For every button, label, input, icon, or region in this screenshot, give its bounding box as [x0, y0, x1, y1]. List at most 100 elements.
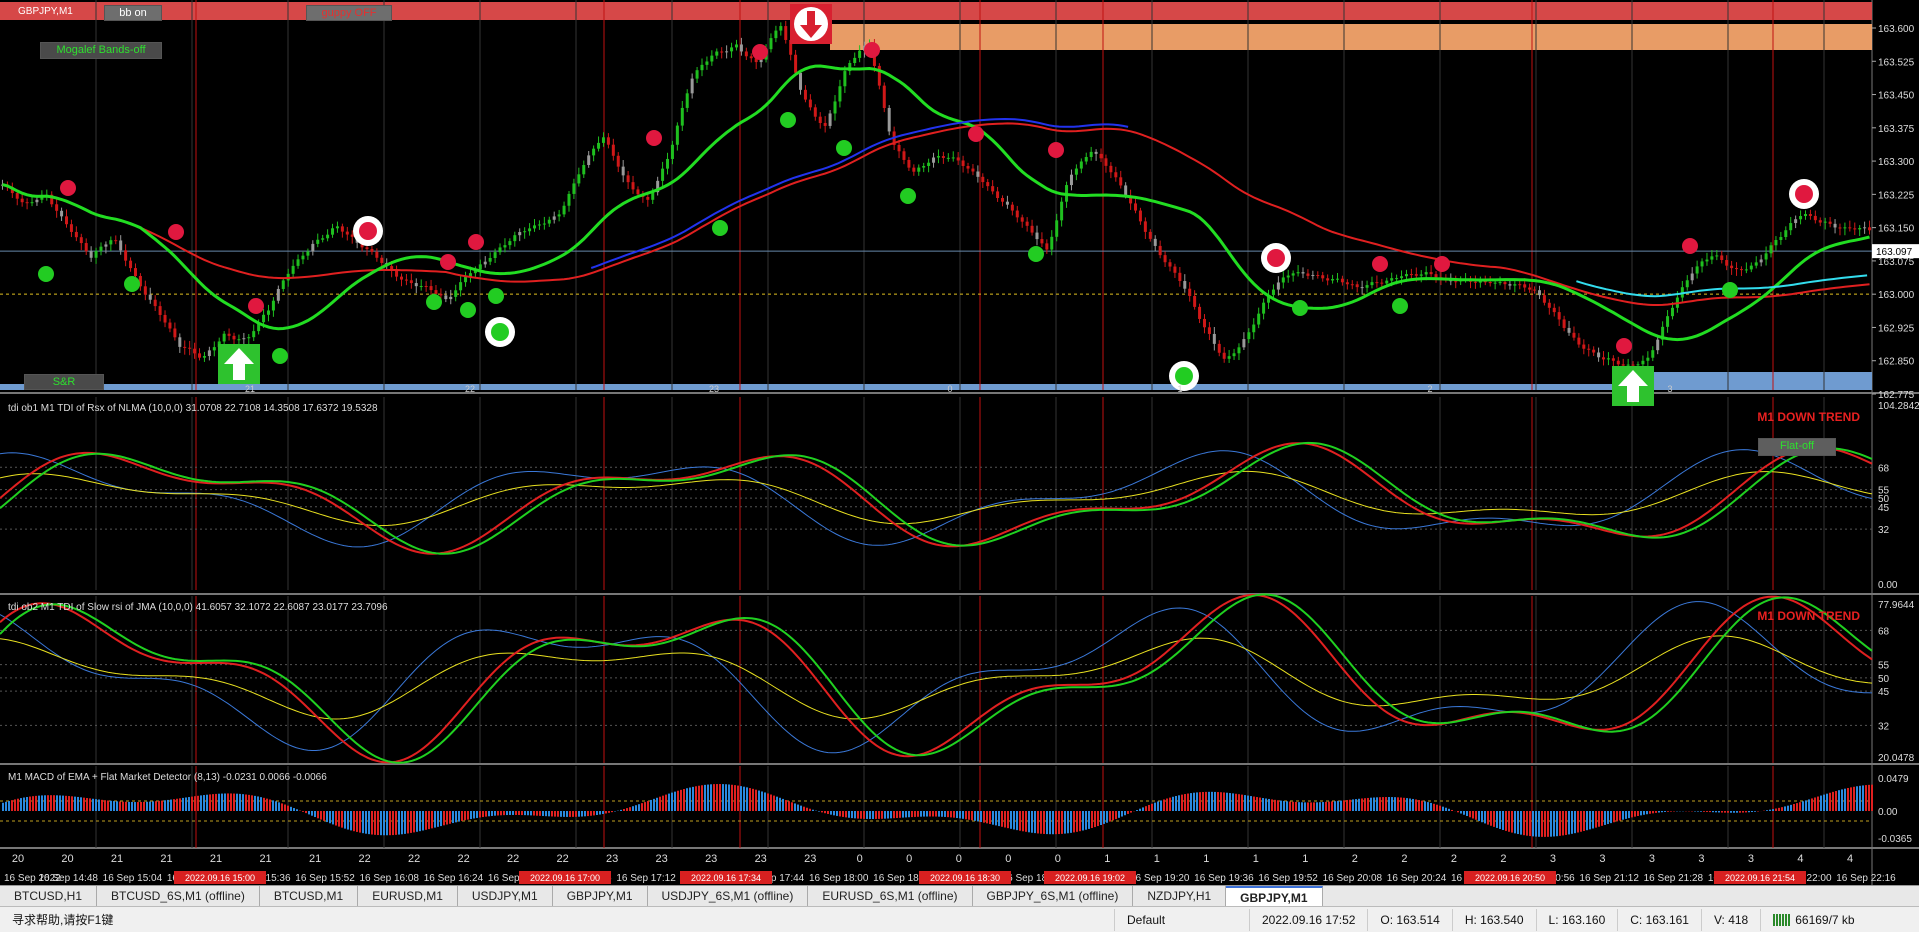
macd-histogram-bar	[242, 794, 244, 811]
candle-body	[311, 244, 314, 252]
hour-axis-label: 3	[1550, 853, 1556, 865]
macd-histogram-bar	[785, 800, 787, 811]
macd-histogram-bar	[1037, 811, 1039, 833]
macd-histogram-bar	[1640, 811, 1642, 815]
macd-histogram-bar	[1331, 801, 1333, 811]
mogalef-bands-button[interactable]: Mogalef Bands-off	[40, 42, 162, 59]
chart-tab[interactable]: USDJPY,M1	[458, 886, 553, 907]
candle-body	[454, 290, 457, 297]
time-axis-label: 16 Sep 16:08	[359, 873, 419, 884]
chart-tab[interactable]: EURUSD,M1	[358, 886, 458, 907]
macd-histogram-bar	[647, 801, 649, 811]
macd-histogram-bar	[143, 802, 145, 811]
chart-tab[interactable]: NZDJPY,H1	[1133, 886, 1226, 907]
guppy-toggle-button[interactable]: guppy OFF	[306, 5, 392, 21]
candle-body	[533, 225, 536, 228]
macd-histogram-bar	[1829, 793, 1831, 811]
candle-body	[203, 356, 206, 358]
candle-body	[1297, 272, 1300, 273]
buy-signal-dot	[1722, 282, 1738, 298]
candle-body	[1696, 266, 1699, 273]
status-profile[interactable]: Default	[1114, 909, 1249, 931]
candle-body	[1346, 282, 1349, 284]
chart-tab[interactable]: BTCUSD_6S,M1 (offline)	[97, 886, 260, 907]
price-axis-label: 163.375	[1878, 124, 1915, 135]
chart-tab[interactable]: BTCUSD,H1	[0, 886, 97, 907]
macd-histogram-bar	[1298, 802, 1300, 811]
macd-histogram-bar	[734, 785, 736, 811]
chart-tab[interactable]: EURUSD_6S,M1 (offline)	[808, 886, 972, 907]
candle-body	[1572, 333, 1575, 338]
macd-histogram-bar	[1250, 796, 1252, 811]
chart-tab[interactable]: GBPJPY,M1	[553, 886, 648, 907]
candle-body	[1370, 282, 1373, 285]
candle-body	[646, 197, 649, 200]
macd-histogram-bar	[935, 811, 937, 817]
candle-body	[1720, 255, 1723, 260]
candle-body	[134, 268, 137, 276]
macd-histogram-bar	[1109, 811, 1111, 822]
candle-body	[1760, 259, 1763, 262]
candle-body	[829, 113, 832, 125]
chart-tab[interactable]: BTCUSD,M1	[260, 886, 358, 907]
macd-histogram-bar	[899, 811, 901, 818]
candle-body	[1804, 214, 1807, 216]
macd-histogram-bar	[965, 811, 967, 819]
hour-axis-label: 21	[259, 853, 271, 865]
macd-histogram-bar	[179, 798, 181, 811]
sell-signal-dot	[1048, 142, 1064, 158]
macd-histogram-bar	[518, 811, 520, 815]
macd-histogram-bar	[1520, 811, 1522, 835]
bb-toggle-button[interactable]: bb on	[104, 5, 162, 21]
chart-window[interactable]: GBPJPY,M1163.600163.525163.450163.375163…	[0, 0, 1919, 885]
hour-axis-label: 0	[906, 853, 912, 865]
chart-tab[interactable]: GBPJPY_6S,M1 (offline)	[973, 886, 1134, 907]
macd-histogram-bar	[1115, 811, 1117, 819]
candle-body	[735, 44, 738, 47]
macd-histogram-bar	[545, 811, 547, 816]
macd-histogram-bar	[1364, 798, 1366, 811]
candle-body	[124, 250, 127, 260]
macd-histogram-bar	[758, 791, 760, 811]
macd-histogram-bar	[1166, 799, 1168, 811]
sr-toggle-button[interactable]: S&R	[24, 374, 104, 390]
hour-axis-label: 20	[12, 853, 24, 865]
macd-histogram-bar	[998, 811, 1000, 826]
chart-title-label: GBPJPY,M1	[18, 6, 73, 17]
macd-histogram-bar	[581, 811, 583, 817]
macd-histogram-bar	[662, 796, 664, 811]
macd-histogram-bar	[737, 786, 739, 811]
macd-histogram-bar	[710, 784, 712, 811]
candle-body	[95, 251, 98, 258]
macd-histogram-bar	[20, 798, 22, 811]
macd-histogram-bar	[653, 799, 655, 811]
chart-tab[interactable]: GBPJPY,M1	[1226, 886, 1322, 907]
macd-histogram-bar	[1547, 811, 1549, 837]
macd-histogram-bar	[71, 796, 73, 811]
macd-histogram-bar	[1406, 798, 1408, 811]
candle-body	[1755, 262, 1758, 265]
macd-histogram-bar	[1238, 794, 1240, 811]
macd-histogram-bar	[524, 811, 526, 815]
candle-body	[1691, 274, 1694, 281]
macd-histogram-bar	[1865, 785, 1867, 811]
macd-histogram-bar	[1400, 798, 1402, 811]
macd-histogram-bar	[248, 795, 250, 811]
hour-axis-label: 22	[457, 853, 469, 865]
candle-body	[301, 256, 304, 260]
macd-histogram-bar	[1277, 800, 1279, 811]
chart-canvas[interactable]: GBPJPY,M1163.600163.525163.450163.375163…	[0, 0, 1919, 885]
status-traffic[interactable]: 66169/7 kb	[1760, 909, 1866, 931]
macd-histogram-bar	[230, 793, 232, 811]
macd-histogram-bar	[443, 811, 445, 825]
candle-body	[1385, 281, 1388, 284]
macd-histogram-bar	[1460, 811, 1462, 814]
macd-histogram-bar	[1805, 800, 1807, 811]
macd-histogram-bar	[1601, 811, 1603, 826]
macd-histogram-bar	[233, 794, 235, 811]
price-axis-label: 163.000	[1878, 290, 1915, 301]
chart-tab[interactable]: USDJPY_6S,M1 (offline)	[648, 886, 809, 907]
flat-toggle-button[interactable]: Flat-off	[1758, 438, 1836, 456]
macd-histogram-bar	[830, 811, 832, 815]
macd-histogram-bar	[1568, 811, 1570, 834]
